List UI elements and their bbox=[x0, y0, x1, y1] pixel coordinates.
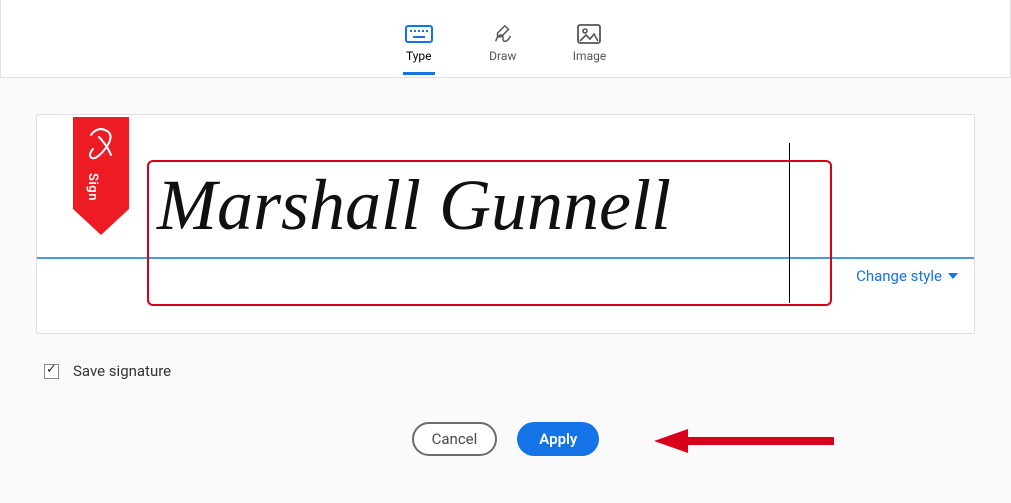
signature-baseline bbox=[37, 257, 974, 259]
signature-text: Marshall Gunnell bbox=[157, 169, 671, 241]
cancel-button[interactable]: Cancel bbox=[412, 422, 498, 456]
tab-draw-label: Draw bbox=[489, 49, 516, 63]
tab-type[interactable]: Type bbox=[401, 15, 437, 63]
signature-panel: Sign Marshall Gunnell Change style bbox=[36, 114, 975, 334]
signature-mode-toolbar: Type Draw Image bbox=[0, 0, 1011, 78]
signature-input-row[interactable]: Marshall Gunnell bbox=[37, 155, 974, 255]
dialog-button-row: Cancel Apply bbox=[36, 422, 975, 456]
chevron-down-icon bbox=[948, 273, 958, 279]
tab-type-label: Type bbox=[406, 49, 432, 63]
change-style-label: Change style bbox=[856, 267, 942, 285]
annotation-arrow-icon bbox=[654, 426, 834, 456]
save-signature-checkbox[interactable] bbox=[44, 364, 59, 379]
tab-draw[interactable]: Draw bbox=[485, 15, 521, 63]
main-area: Sign Marshall Gunnell Change style Save … bbox=[0, 78, 1011, 456]
tab-image-label: Image bbox=[573, 49, 606, 63]
change-style-link[interactable]: Change style bbox=[856, 267, 958, 285]
keyboard-icon bbox=[405, 23, 433, 45]
tab-image[interactable]: Image bbox=[569, 15, 610, 63]
pen-icon bbox=[489, 23, 517, 45]
save-signature-label: Save signature bbox=[73, 362, 171, 380]
image-icon bbox=[575, 23, 603, 45]
apply-button[interactable]: Apply bbox=[517, 422, 599, 456]
text-caret bbox=[789, 143, 790, 303]
save-signature-row: Save signature bbox=[36, 334, 975, 380]
